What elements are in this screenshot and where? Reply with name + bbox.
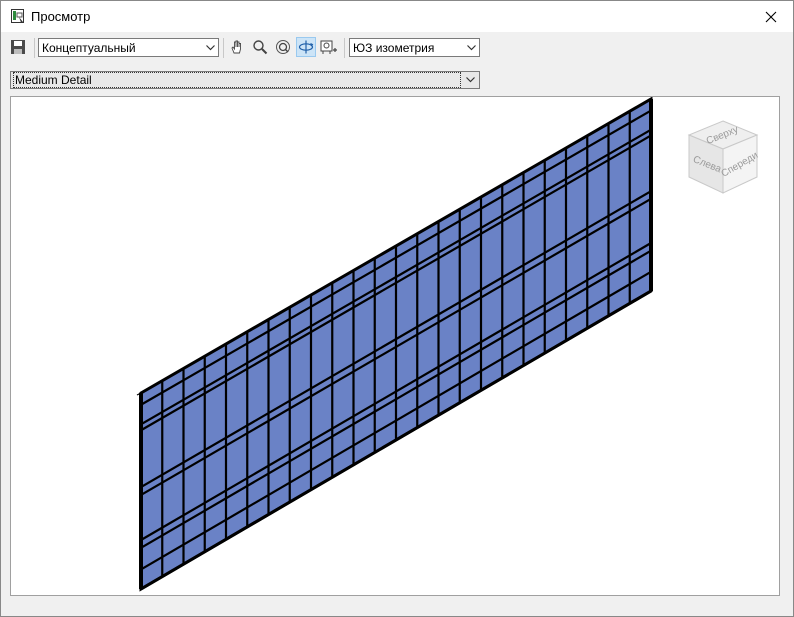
detail-level-select[interactable]: Medium Detail <box>10 71 480 89</box>
zoom-button[interactable] <box>250 37 270 57</box>
save-icon <box>11 40 25 54</box>
preview-window: Просмотр Концептуальный ЮЗ изометрия Med… <box>0 0 794 617</box>
chevron-down-icon <box>463 39 479 56</box>
orbit-icon <box>298 40 314 54</box>
orbit-button[interactable] <box>296 37 316 57</box>
close-icon <box>765 11 777 22</box>
viewcube[interactable]: Сверху Слева Спереди <box>683 115 763 195</box>
view-select[interactable]: ЮЗ изометрия <box>349 38 480 57</box>
window-title: Просмотр <box>31 9 91 24</box>
camera-icon <box>320 40 337 54</box>
visual-style-value: Концептуальный <box>42 40 136 55</box>
zoom-extents-button[interactable] <box>273 37 293 57</box>
chevron-down-icon <box>202 39 218 56</box>
curtain-wall-model[interactable] <box>11 97 779 595</box>
title-bar: Просмотр <box>1 1 793 32</box>
zoom-extents-icon <box>276 40 290 54</box>
save-button[interactable] <box>8 37 28 57</box>
toolbar: Концептуальный ЮЗ изометрия <box>1 32 793 64</box>
close-button[interactable] <box>749 1 793 32</box>
detail-level-value: Medium Detail <box>13 72 461 88</box>
3d-viewport[interactable]: Сверху Слева Спереди <box>10 96 780 596</box>
view-value: ЮЗ изометрия <box>353 40 435 55</box>
pan-icon <box>231 40 241 54</box>
toolbar-separator <box>223 38 224 58</box>
toolbar-separator <box>34 38 35 58</box>
camera-button[interactable] <box>319 37 339 57</box>
app-icon <box>10 8 26 24</box>
toolbar-separator <box>344 38 345 58</box>
visual-style-select[interactable]: Концептуальный <box>38 38 219 57</box>
zoom-icon <box>253 40 268 55</box>
chevron-down-icon <box>461 77 479 83</box>
pan-button[interactable] <box>227 37 247 57</box>
